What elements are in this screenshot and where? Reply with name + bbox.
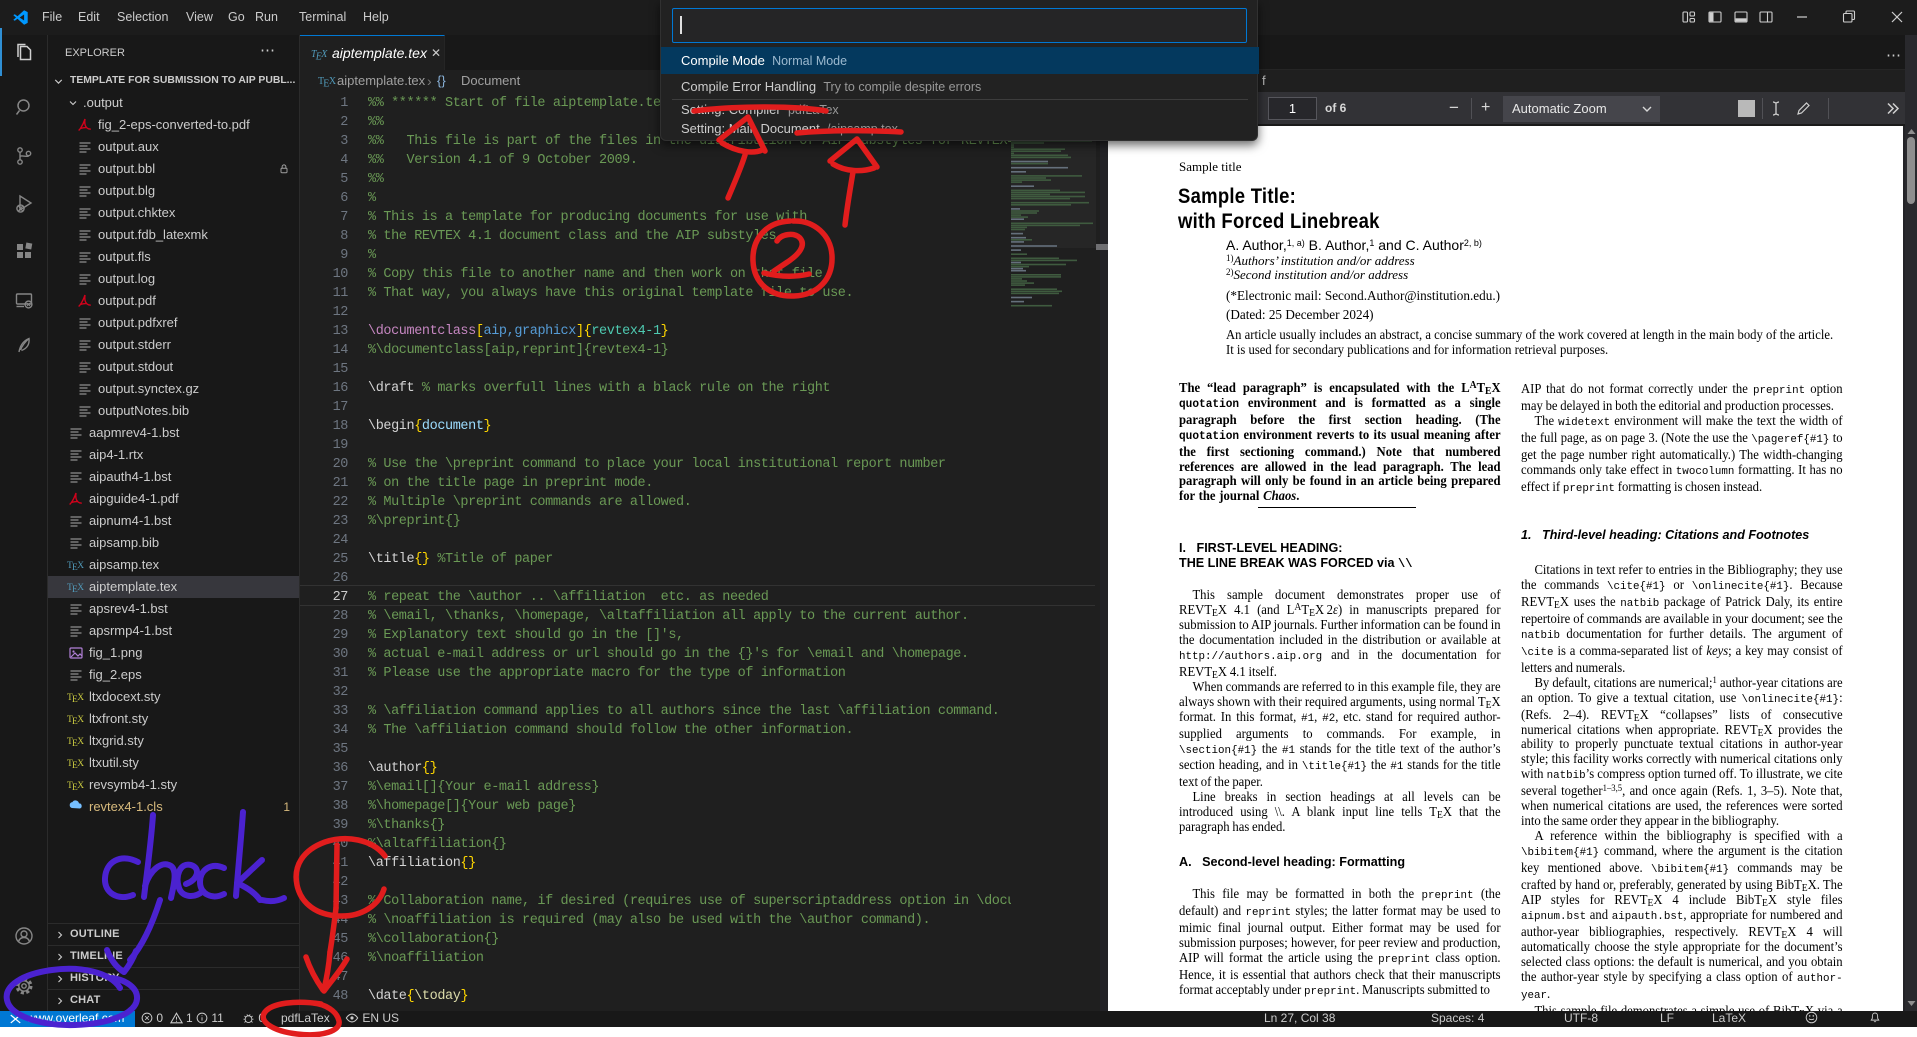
svg-text:TEX: TEX bbox=[67, 693, 84, 704]
svg-text:TEX: TEX bbox=[311, 49, 328, 61]
svg-text:TEX: TEX bbox=[67, 759, 84, 770]
svg-text:TEX: TEX bbox=[67, 561, 84, 572]
svg-text:TEX: TEX bbox=[67, 781, 84, 792]
svg-text:TEX: TEX bbox=[67, 715, 84, 726]
svg-text:TEX: TEX bbox=[318, 76, 336, 88]
svg-text:TEX: TEX bbox=[67, 583, 84, 594]
svg-text:TEX: TEX bbox=[67, 737, 84, 748]
